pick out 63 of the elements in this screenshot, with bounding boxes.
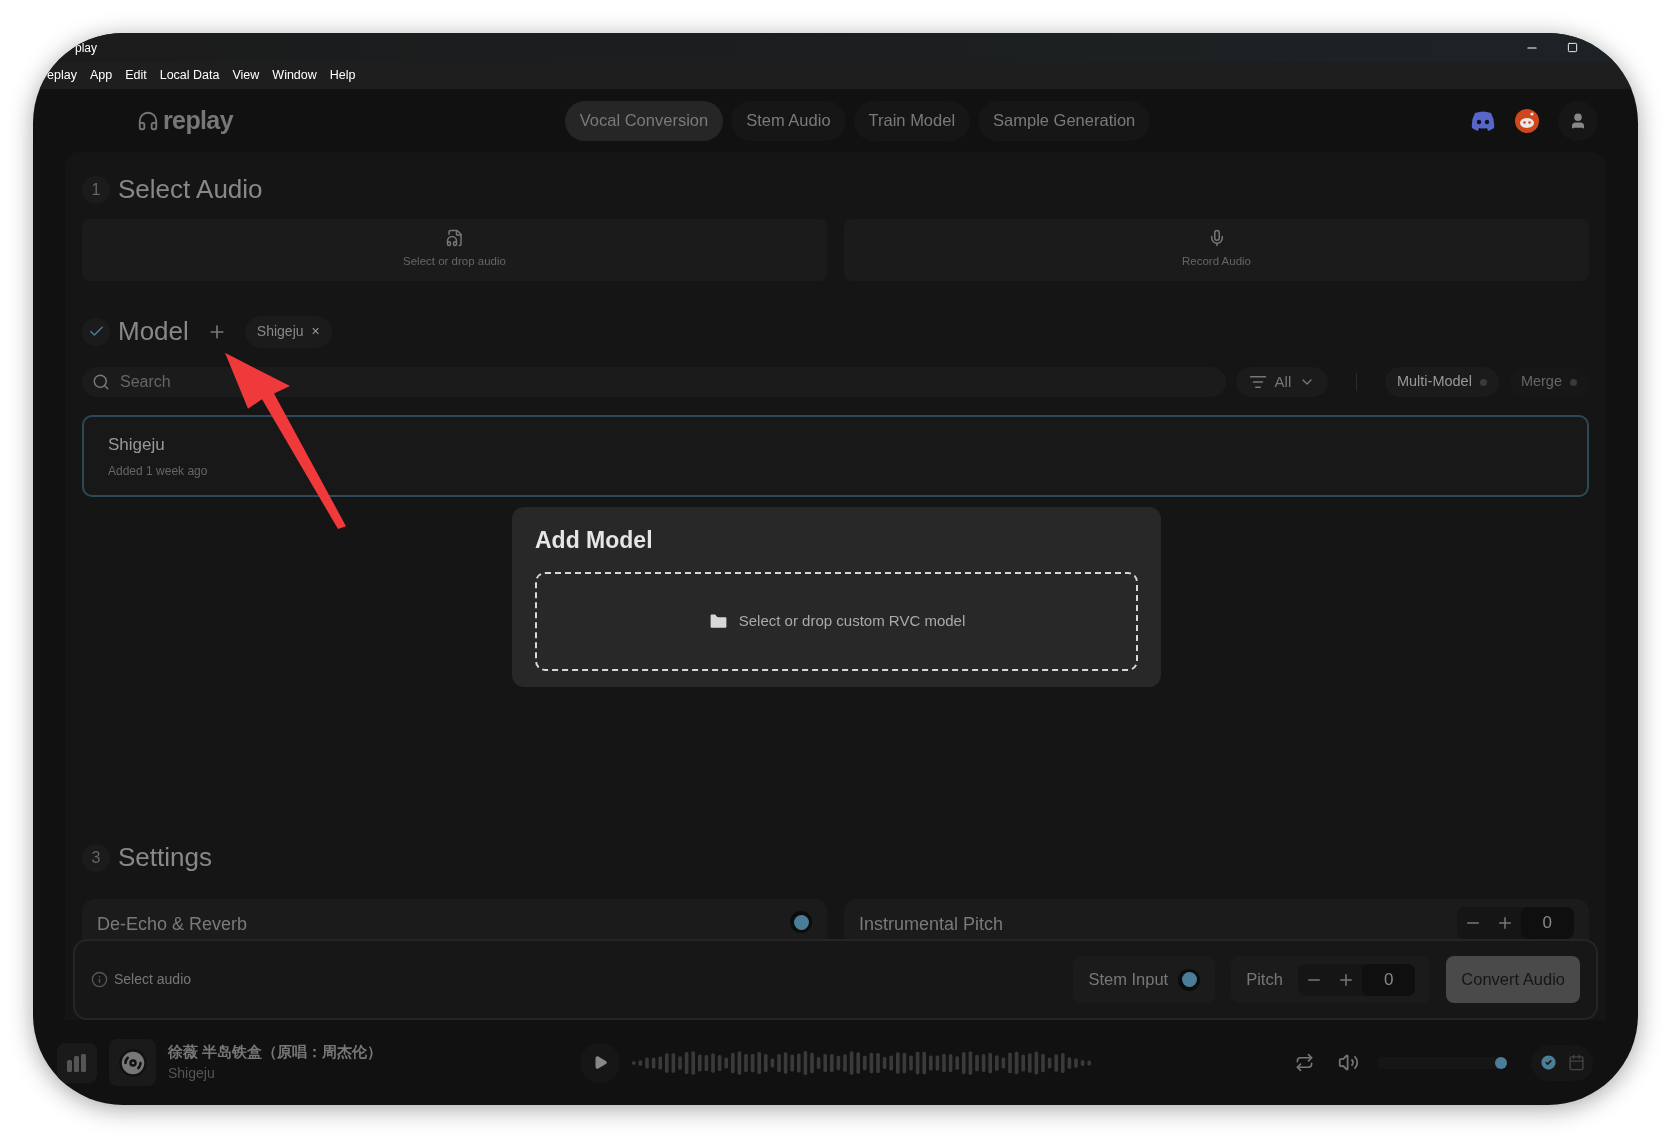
profile-button[interactable] xyxy=(1558,100,1598,141)
setting-label: Instrumental Pitch xyxy=(859,913,1004,936)
de-echo-toggle[interactable] xyxy=(790,911,812,933)
search-icon xyxy=(92,373,110,391)
model-name: Shigeju xyxy=(108,434,166,457)
check-circle-icon[interactable] xyxy=(1539,1053,1558,1072)
chat-app-icon[interactable] xyxy=(1470,110,1496,131)
search-field[interactable]: Search xyxy=(82,367,1226,397)
bars-icon xyxy=(66,1053,88,1072)
stem-input-label: Stem Input xyxy=(1088,969,1169,991)
model-dropzone[interactable]: Select or drop custom RVC model xyxy=(535,571,1138,671)
model-added-time: Added 1 week ago xyxy=(108,462,209,480)
search-input[interactable]: Search xyxy=(120,370,1216,394)
window-title: play xyxy=(75,39,97,57)
track-artist: Shigeju xyxy=(168,1064,216,1084)
option-chip[interactable]: Multi-Model xyxy=(1384,367,1499,397)
menu-item[interactable]: View xyxy=(232,66,260,85)
section-title: Settings xyxy=(118,841,212,874)
menu-item[interactable]: App xyxy=(89,66,113,85)
play-button[interactable] xyxy=(580,1042,620,1083)
menu-item[interactable]: Edit xyxy=(125,66,147,85)
loop-icon[interactable] xyxy=(1295,1053,1314,1072)
nav-tab[interactable]: Train Model xyxy=(853,100,971,141)
section-title: Select Audio xyxy=(118,173,263,206)
menu-item[interactable]: Local Data xyxy=(159,66,220,85)
section-title: Model xyxy=(118,315,189,348)
volume-thumb[interactable] xyxy=(1494,1056,1507,1069)
filter-icon xyxy=(1248,373,1267,391)
stem-input-toggle[interactable] xyxy=(1178,968,1201,991)
pitch-value[interactable]: 0 xyxy=(1361,963,1416,996)
dropzone-label: Record Audio xyxy=(1181,254,1251,270)
brand-logo: replay xyxy=(163,104,233,136)
robot-face-icon[interactable] xyxy=(1514,107,1540,134)
dialog-title: Add Model xyxy=(535,526,654,555)
info-icon xyxy=(91,971,108,988)
hint-text: Select audio xyxy=(114,970,193,989)
album-art xyxy=(109,1039,156,1086)
maximize-icon[interactable] xyxy=(1567,42,1578,53)
model-chip[interactable]: Shigeju × xyxy=(244,315,332,348)
pitch-label: Pitch xyxy=(1246,969,1283,991)
model-card[interactable]: Shigeju Added 1 week ago xyxy=(82,415,1589,497)
dropzone-label: Select or drop audio xyxy=(403,254,506,270)
dropzone-text: Select or drop custom RVC model xyxy=(738,610,966,631)
filter-dropdown[interactable]: All xyxy=(1235,367,1328,397)
library-button[interactable] xyxy=(57,1042,97,1083)
menu-item[interactable]: eplay xyxy=(47,66,77,85)
menu-item[interactable]: Window xyxy=(272,66,317,85)
remove-chip-icon[interactable]: × xyxy=(311,321,320,342)
volume-slider[interactable] xyxy=(1377,1056,1507,1069)
volume-icon[interactable] xyxy=(1338,1052,1359,1073)
pitch-value[interactable]: 0 xyxy=(1520,907,1574,939)
nav-tab[interactable]: Vocal Conversion xyxy=(564,100,724,141)
step-number: 1 xyxy=(82,175,110,204)
user-icon xyxy=(1569,111,1587,130)
play-icon xyxy=(592,1055,608,1070)
nav-tab[interactable]: Stem Audio xyxy=(731,100,846,141)
nav-tab[interactable]: Sample Generation xyxy=(978,100,1151,141)
track-title: 徐薇 半岛铁盒（原唱：周杰伦） xyxy=(168,1041,384,1062)
menu-item[interactable]: Help xyxy=(329,66,356,85)
step-number: 3 xyxy=(82,843,110,872)
audio-file-icon xyxy=(445,229,464,248)
headphones-icon xyxy=(137,109,159,132)
setting-label: De-Echo & Reverb xyxy=(97,913,248,936)
